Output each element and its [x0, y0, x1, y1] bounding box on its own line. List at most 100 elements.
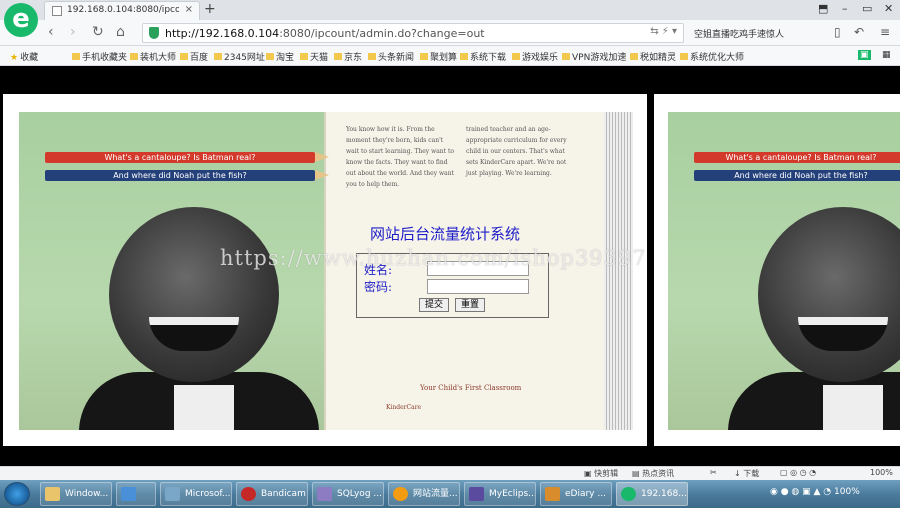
bookmark-item[interactable]: 税如精灵 — [630, 50, 676, 63]
extension-icon[interactable]: ▣ — [858, 50, 871, 60]
url-text: http://192.168.0.104:8080/ipcount/admin.… — [165, 27, 485, 40]
folder-icon — [460, 53, 468, 60]
record-icon — [241, 487, 256, 501]
bookmark-item[interactable]: 百度 — [180, 50, 208, 63]
address-bar[interactable]: http://192.168.0.104:8080/ipcount/admin.… — [142, 23, 684, 43]
page-favicon-icon — [52, 6, 62, 16]
blue-pencil: And where did Noah put the fish? — [694, 170, 900, 181]
smiling-child — [79, 207, 319, 430]
star-icon: ★ — [10, 53, 19, 63]
home-icon[interactable]: ⌂ — [116, 24, 125, 40]
app-icon — [165, 487, 180, 501]
pin-icon[interactable]: ⬒ — [818, 2, 828, 15]
folder-icon — [180, 53, 188, 60]
bookmark-item[interactable]: 京东 — [334, 50, 362, 63]
book-text-column: trained teacher and an age-appropriate c… — [466, 126, 567, 177]
password-input[interactable] — [427, 279, 529, 294]
book-brand: KinderCare — [386, 404, 422, 411]
security-shield-icon — [149, 27, 159, 39]
navigation-bar: ‹ › ↻ ⌂ http://192.168.0.104:8080/ipcoun… — [0, 20, 900, 46]
taskbar-item[interactable]: Microsof... — [160, 482, 232, 506]
maximize-icon[interactable]: ▭ — [862, 2, 872, 15]
start-button[interactable] — [4, 482, 30, 506]
book-footer: Your Child's First Classroom — [420, 384, 522, 392]
bookmark-item[interactable]: 2345网址 — [214, 50, 265, 63]
zoom-level[interactable]: 100% — [870, 468, 893, 477]
bookmarks-bar: ★ 收藏 手机收藏夹 装机大师 百度 2345网址 淘宝 天猫 京东 头条新闻 聚… — [0, 46, 900, 66]
folder-icon — [72, 53, 80, 60]
book-text-column: You know how it is. From the moment they… — [346, 126, 454, 188]
bookmark-item[interactable]: 天猫 — [300, 50, 328, 63]
bookmark-item[interactable]: 淘宝 — [266, 50, 294, 63]
bookmark-item[interactable]: 游戏娱乐 — [512, 50, 558, 63]
browser-logo-icon[interactable]: e — [4, 3, 38, 37]
taskbar-item[interactable]: eDiary ... — [540, 482, 612, 506]
taskbar-item[interactable] — [116, 482, 156, 506]
back-icon[interactable]: ‹ — [48, 24, 54, 40]
red-pencil: What's a cantaloupe? Is Batman real? — [694, 152, 900, 163]
windows-taskbar: Window... Microsof... Bandicam SQLyog ..… — [0, 480, 900, 508]
smiling-child — [728, 207, 900, 430]
taskbar-item[interactable]: MyEclips... — [464, 482, 536, 506]
bookmark-favorites[interactable]: ★ 收藏 — [10, 50, 38, 63]
reset-button[interactable]: 重置 — [455, 298, 485, 312]
banner-image-repeat: What's a cantaloupe? Is Batman real? And… — [654, 94, 900, 446]
search-suggestion[interactable]: 空姐直播吃鸡手速惊人 — [694, 27, 784, 40]
bookmark-item[interactable]: 头条新闻 — [368, 50, 414, 63]
bookmark-item[interactable]: 装机大师 — [130, 50, 176, 63]
folder-icon — [300, 53, 308, 60]
browser-tab[interactable]: 192.168.0.104:8080/ipcount/a × — [44, 1, 200, 20]
folder-icon — [420, 53, 428, 60]
quick-clip-button[interactable]: ▣ 快剪辑 — [584, 468, 618, 479]
taskbar-item[interactable]: Window... — [40, 482, 112, 506]
folder-icon — [562, 53, 570, 60]
minimize-icon[interactable]: – — [842, 2, 848, 15]
tab-strip: e 192.168.0.104:8080/ipcount/a × + ⬒ – ▭… — [0, 0, 900, 37]
new-tab-button[interactable]: + — [204, 1, 216, 17]
taskbar-item[interactable]: SQLyog ... — [312, 482, 384, 506]
bookmark-item[interactable]: VPN游戏加速 — [562, 50, 626, 63]
folder-icon — [512, 53, 520, 60]
download-button[interactable]: ↓ 下载 — [734, 468, 759, 479]
folder-icon — [266, 53, 274, 60]
menu-icon[interactable]: ≡ — [880, 25, 890, 39]
search-icon — [393, 487, 408, 501]
taskbar-item-browser[interactable]: 192.168.... — [616, 482, 688, 506]
watermark-text: https://www.huzhan.com/ishop39397 — [220, 246, 647, 270]
folder-icon — [334, 53, 342, 60]
book-page-edges — [604, 112, 633, 430]
banner-image: You know how it is. From the moment they… — [3, 94, 647, 446]
reading-icon[interactable]: ▯ — [834, 25, 841, 39]
folder-icon — [214, 53, 222, 60]
bookmark-item[interactable]: 系统优化大师 — [680, 50, 744, 63]
page-viewport: You know how it is. From the moment they… — [0, 66, 900, 466]
url-path: :8080/ipcount/admin.do?change=out — [279, 27, 485, 40]
bookmark-item[interactable]: 聚划算 — [420, 50, 457, 63]
undo-icon[interactable]: ↶ — [854, 25, 864, 39]
bookmark-item[interactable]: 手机收藏夹 — [72, 50, 127, 63]
folder-icon — [130, 53, 138, 60]
settings-icon[interactable]: ✂ — [710, 468, 717, 477]
bird-icon — [121, 487, 136, 501]
red-pencil: What's a cantaloupe? Is Batman real? — [45, 152, 329, 163]
submit-button[interactable]: 提交 — [419, 298, 449, 312]
eclipse-icon — [469, 487, 484, 501]
hot-news-button[interactable]: ▤ 热点资讯 — [632, 468, 674, 479]
tab-close-icon[interactable]: × — [185, 4, 193, 15]
system-tray[interactable]: ◉ ● ◍ ▣ ▲ ◔ 100% — [770, 487, 860, 497]
tray-zoom: 100% — [834, 487, 860, 497]
close-window-icon[interactable]: ✕ — [884, 2, 893, 15]
reload-icon[interactable]: ↻ — [92, 24, 104, 40]
folder-icon — [45, 487, 60, 501]
tab-title: 192.168.0.104:8080/ipcount/a — [67, 5, 179, 15]
address-tools[interactable]: ⇆ ⚡ ▾ — [650, 26, 677, 37]
taskbar-item[interactable]: Bandicam — [236, 482, 308, 506]
taskbar-item[interactable]: 网站流量... — [388, 482, 460, 506]
book-photo: What's a cantaloupe? Is Batman real? And… — [668, 112, 900, 430]
grid-view-icon[interactable]: ▦ — [882, 50, 891, 60]
bookmark-item[interactable]: 系统下载 — [460, 50, 506, 63]
folder-icon — [630, 53, 638, 60]
zoom-out-icon[interactable]: ▢ ◎ ◷ ◔ — [780, 468, 816, 477]
forward-icon[interactable]: › — [70, 24, 76, 40]
diary-icon — [545, 487, 560, 501]
